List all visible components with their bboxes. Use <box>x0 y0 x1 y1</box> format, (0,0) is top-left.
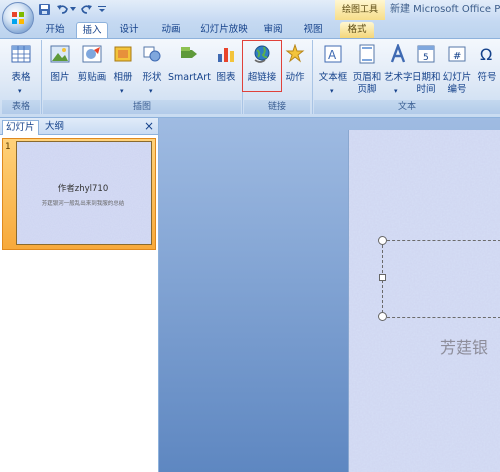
resize-handle[interactable] <box>378 236 387 245</box>
wordart-dropdown-icon: ▾ <box>394 87 398 95</box>
chart-label: 图表 <box>216 72 236 83</box>
wordart-icon <box>390 44 406 63</box>
resize-handle[interactable] <box>379 274 386 281</box>
table-dropdown-icon: ▾ <box>18 87 22 95</box>
symbol-button[interactable]: Ω 符号 <box>474 42 500 98</box>
table-label: 表格 <box>11 72 31 83</box>
smartart-label: SmartArt <box>168 72 211 83</box>
picture-icon <box>50 45 70 63</box>
save-icon[interactable] <box>38 3 51 16</box>
group-separator <box>312 40 313 114</box>
action-button[interactable]: 动作 <box>282 42 308 98</box>
action-label: 动作 <box>285 72 305 83</box>
tab-outline[interactable]: 大纲 <box>42 120 67 134</box>
textbox-dropdown-icon: ▾ <box>330 87 334 95</box>
header-footer-button[interactable]: 页眉和 页脚 <box>352 42 382 98</box>
table-button[interactable]: 表格 ▾ <box>6 42 36 98</box>
header-footer-label-line1: 页眉和 <box>352 72 382 83</box>
group-label-text: 文本 <box>314 100 500 114</box>
wordart-label: 艺术字 <box>384 72 413 83</box>
shapes-icon <box>143 46 161 62</box>
slide-number-button[interactable]: # 幻灯片 编号 <box>442 42 472 98</box>
undo-dropdown-icon[interactable] <box>70 6 76 12</box>
contextual-tab-group-label: 绘图工具 <box>335 0 385 20</box>
textbox-button[interactable]: A 文本框 ▾ <box>316 42 350 98</box>
header-footer-icon <box>359 44 375 64</box>
header-footer-label-line2: 页脚 <box>357 84 377 95</box>
album-label: 相册 <box>113 72 133 83</box>
group-separator <box>41 40 42 114</box>
action-star-icon <box>285 44 305 63</box>
svg-text:Ω: Ω <box>480 45 492 64</box>
chart-button[interactable]: 图表 <box>212 42 240 98</box>
tab-insert[interactable]: 插入 <box>76 22 108 39</box>
tab-view[interactable]: 视图 <box>298 22 328 38</box>
datetime-label-line1: 日期和 <box>412 72 441 83</box>
tab-design[interactable]: 设计 <box>114 22 144 38</box>
tab-slideshow[interactable]: 幻灯片放映 <box>198 22 250 38</box>
slide-number-label-line1: 幻灯片 <box>442 72 472 83</box>
datetime-label-line2: 时间 <box>416 84 436 95</box>
shapes-dropdown-icon: ▾ <box>149 87 153 95</box>
album-icon <box>114 46 132 62</box>
resize-handle[interactable] <box>378 312 387 321</box>
tab-slides[interactable]: 幻灯片 <box>2 120 39 135</box>
clipart-label: 剪贴画 <box>77 72 107 83</box>
tab-home[interactable]: 开始 <box>40 22 70 38</box>
tab-animations[interactable]: 动画 <box>156 22 186 38</box>
clipart-button[interactable]: 剪贴画 <box>76 42 108 98</box>
symbol-label: 符号 <box>477 72 497 83</box>
ribbon-tabs <box>0 20 500 38</box>
album-dropdown-icon: ▾ <box>120 87 124 95</box>
office-logo-icon <box>12 12 24 24</box>
close-icon[interactable]: × <box>142 119 156 133</box>
table-icon <box>11 45 31 63</box>
thumbnail-title: 作者zhyl710 <box>57 184 109 194</box>
group-label-links: 链接 <box>244 100 310 114</box>
slide-number: 1 <box>5 142 11 152</box>
slide-subtitle-text[interactable]: 芳莛银 <box>440 334 488 358</box>
shapes-label: 形状 <box>142 72 162 83</box>
customize-qat-icon[interactable] <box>98 5 106 13</box>
window-title: 新建 Microsoft Office Po <box>390 4 500 15</box>
thumbnail-subtitle: 芳莛银河一般乱出来到我服的总结 <box>41 201 125 207</box>
smartart-icon <box>181 47 197 58</box>
svg-text:5: 5 <box>423 53 429 63</box>
shapes-button[interactable]: 形状 ▾ <box>138 42 166 98</box>
datetime-button[interactable]: 5 日期和 时间 <box>412 42 441 98</box>
tab-review[interactable]: 审阅 <box>258 22 288 38</box>
group-label-tables: 表格 <box>2 100 40 114</box>
picture-button[interactable]: 图片 <box>46 42 74 98</box>
textbox-label: 文本框 <box>318 72 348 83</box>
textbox-icon: A <box>324 45 342 63</box>
calendar-icon: 5 <box>417 45 435 63</box>
redo-icon[interactable] <box>80 3 93 16</box>
wordart-button[interactable]: 艺术字 ▾ <box>384 42 413 98</box>
picture-label: 图片 <box>50 72 70 83</box>
clipart-icon <box>82 45 102 63</box>
undo-icon[interactable] <box>56 3 69 16</box>
album-button[interactable]: 相册 ▾ <box>110 42 136 98</box>
group-label-illustrations: 插图 <box>43 100 241 114</box>
omega-icon: Ω <box>480 45 492 64</box>
smartart-button[interactable]: SmartArt <box>168 42 211 98</box>
slide-number-label-line2: 编号 <box>447 84 467 95</box>
tab-format[interactable]: 格式 <box>340 22 374 38</box>
svg-text:A: A <box>328 48 337 62</box>
highlight-box <box>242 40 282 92</box>
office-button[interactable] <box>2 2 34 34</box>
title-placeholder[interactable] <box>382 240 500 318</box>
slide-number-icon: # <box>448 46 466 62</box>
svg-text:#: # <box>453 51 461 62</box>
chart-icon <box>218 48 234 62</box>
